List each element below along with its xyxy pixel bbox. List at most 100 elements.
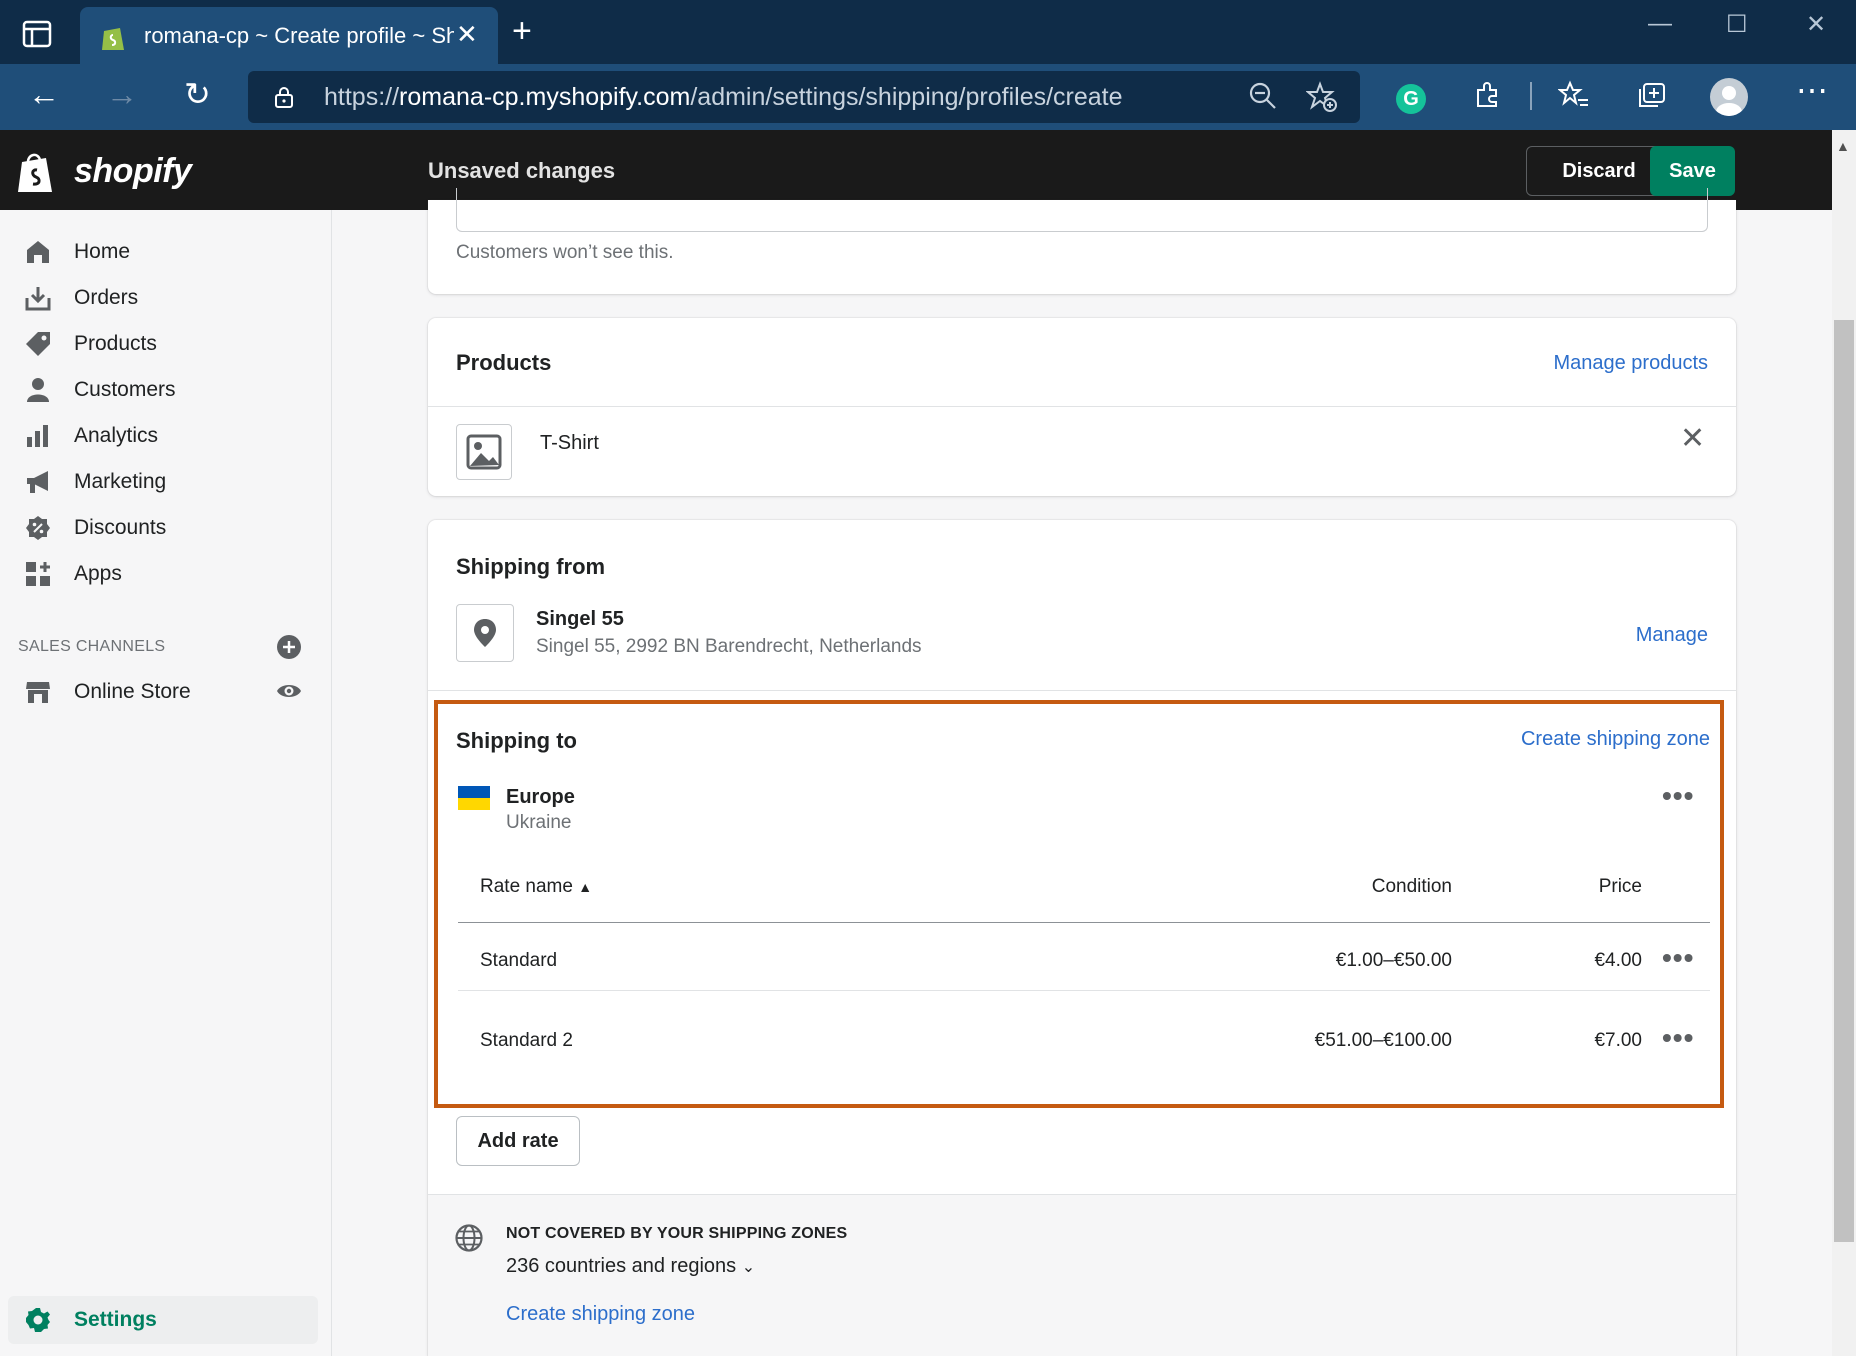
sort-ascending-icon: ▲ [578, 879, 593, 895]
favorites-icon[interactable] [1558, 80, 1590, 110]
shipping-from-title: Shipping from [456, 554, 606, 579]
shopify-bag-icon [18, 153, 52, 192]
sidebar-item-discounts[interactable]: Discounts [0, 506, 320, 548]
create-shipping-zone-link-secondary[interactable]: Create shipping zone [506, 1303, 695, 1326]
shipping-card: Shipping from Singel 55 Singel 55, 2992 … [428, 520, 1736, 1356]
unsaved-changes-label: Unsaved changes [428, 158, 616, 183]
remove-product-icon[interactable]: ✕ [1680, 424, 1705, 454]
globe-icon [455, 1224, 483, 1252]
rate-more-actions-icon[interactable]: ••• [1662, 1024, 1694, 1052]
browser-tab[interactable]: romana-cp ~ Create profile ~ Sh ✕ [80, 7, 498, 64]
sidebar-item-settings[interactable]: Settings [8, 1296, 318, 1344]
sidebar-item-label: Analytics [74, 424, 159, 447]
profile-avatar-icon[interactable] [1710, 78, 1748, 116]
sidebar-item-label: Marketing [74, 470, 167, 493]
rate-price: €4.00 [1594, 950, 1642, 971]
location-pin-box [456, 604, 514, 662]
discount-icon [26, 516, 50, 540]
url-text: https://romana-cp.myshopify.com/admin/se… [324, 83, 1123, 111]
product-name: T-Shirt [540, 432, 599, 454]
location-address: Singel 55, 2992 BN Barendrecht, Netherla… [536, 636, 922, 657]
sidebar-item-products[interactable]: Products [0, 322, 320, 364]
gear-icon [26, 1308, 50, 1332]
close-window-icon[interactable]: ✕ [1806, 10, 1826, 39]
sidebar-item-online-store[interactable]: Online Store [0, 670, 320, 712]
new-tab-icon[interactable]: + [512, 14, 532, 48]
tab-actions-icon[interactable] [22, 20, 52, 48]
sidebar-item-label: Apps [74, 562, 122, 585]
divider [428, 406, 1736, 407]
collections-icon[interactable] [1636, 80, 1668, 110]
sidebar-item-home[interactable]: Home [0, 230, 320, 272]
sidebar-item-label: Products [74, 332, 157, 355]
profile-name-card: Customers won’t see this. [428, 188, 1736, 294]
shopify-favicon-icon [102, 28, 124, 50]
shipping-to-title: Shipping to [456, 728, 577, 753]
store-icon [26, 682, 50, 703]
extensions-icon[interactable] [1472, 80, 1502, 110]
sidebar-item-customers[interactable]: Customers [0, 368, 320, 410]
back-icon[interactable]: ← [28, 78, 60, 110]
sidebar: Home Orders Products Customers Analytics… [0, 210, 332, 1356]
create-shipping-zone-link[interactable]: Create shipping zone [1521, 728, 1710, 751]
products-card: Products Manage products T-Shirt ✕ [428, 318, 1736, 496]
sidebar-item-label: Online Store [74, 680, 191, 703]
sidebar-item-marketing[interactable]: Marketing [0, 460, 320, 502]
profile-name-input[interactable] [456, 188, 1708, 232]
rate-condition: €1.00–€50.00 [1335, 950, 1452, 971]
shopify-logo[interactable]: shopify [16, 150, 192, 194]
add-rate-button[interactable]: Add rate [456, 1116, 580, 1166]
zoom-out-icon[interactable] [1248, 81, 1278, 111]
zone-name: Europe [506, 786, 575, 808]
address-bar[interactable]: https://romana-cp.myshopify.com/admin/se… [248, 71, 1360, 123]
zone-more-actions-icon[interactable]: ••• [1662, 782, 1694, 810]
tab-close-icon[interactable]: ✕ [456, 21, 478, 47]
megaphone-icon [27, 471, 48, 493]
not-covered-title: NOT COVERED BY YOUR SHIPPING ZONES [506, 1225, 848, 1242]
browser-tab-bar: romana-cp ~ Create profile ~ Sh ✕ + — ☐ … [0, 0, 1856, 64]
browser-toolbar: ← → ↻ https://romana-cp.myshopify.com/ad… [0, 64, 1856, 130]
view-store-eye-icon[interactable] [276, 678, 302, 704]
forward-icon[interactable]: → [106, 78, 138, 110]
manage-products-link[interactable]: Manage products [1553, 352, 1708, 375]
tag-icon [26, 332, 50, 356]
more-options-icon[interactable]: ⋯ [1796, 74, 1828, 106]
sidebar-item-orders[interactable]: Orders [0, 276, 320, 318]
sidebar-item-label: Home [74, 240, 131, 263]
add-sales-channel-icon[interactable] [276, 634, 302, 660]
tab-title: romana-cp ~ Create profile ~ Sh [144, 23, 454, 48]
product-thumbnail [456, 424, 512, 480]
toolbar-separator [1530, 82, 1532, 110]
shopify-logo-text: shopify [74, 152, 192, 190]
manage-location-link[interactable]: Manage [1636, 624, 1708, 647]
rate-price: €7.00 [1594, 1030, 1642, 1051]
sidebar-item-label: Settings [74, 1308, 157, 1331]
condition-header: Condition [1371, 876, 1452, 897]
rate-condition: €51.00–€100.00 [1314, 1030, 1452, 1051]
grammarly-extension-icon[interactable]: G [1396, 84, 1426, 114]
not-covered-section: NOT COVERED BY YOUR SHIPPING ZONES 236 c… [428, 1194, 1736, 1356]
sidebar-item-apps[interactable]: Apps [0, 552, 320, 594]
add-favorite-icon[interactable] [1306, 81, 1338, 113]
person-icon [27, 378, 49, 402]
rate-more-actions-icon[interactable]: ••• [1662, 944, 1694, 972]
ukraine-flag-icon [458, 786, 490, 810]
table-header-divider [458, 922, 1710, 923]
rate-name-header[interactable]: Rate name ▲ [480, 876, 592, 898]
profile-name-helper: Customers won’t see this. [456, 242, 674, 263]
not-covered-count[interactable]: 236 countries and regions ⌄ [506, 1255, 755, 1278]
location-pin-icon [474, 619, 496, 647]
rate-name: Standard [480, 950, 558, 971]
orders-icon [25, 287, 51, 311]
minimize-icon[interactable]: — [1648, 10, 1672, 38]
scroll-up-icon[interactable]: ▲ [1836, 138, 1850, 154]
scrollbar-thumb[interactable] [1834, 320, 1854, 1242]
reload-icon[interactable]: ↻ [184, 78, 211, 110]
price-header: Price [1598, 876, 1642, 897]
sidebar-item-analytics[interactable]: Analytics [0, 414, 320, 456]
apps-icon [26, 562, 50, 586]
chevron-down-icon: ⌄ [741, 1259, 756, 1276]
home-icon [27, 241, 49, 263]
maximize-icon[interactable]: ☐ [1726, 10, 1748, 39]
bar-chart-icon [27, 425, 48, 447]
